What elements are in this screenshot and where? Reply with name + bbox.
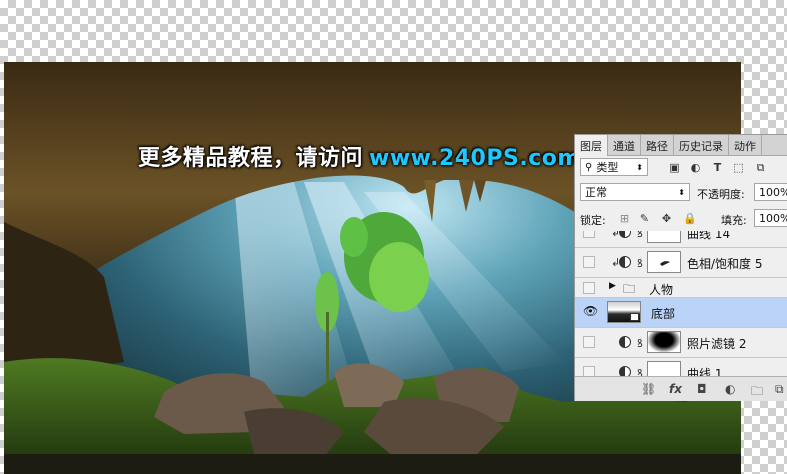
image-filter-icon[interactable]: ▣ <box>669 162 680 173</box>
filter-row: ⚲ 类型 ⬍ ▣ ◐ T ⬚ ⧉ <box>575 156 787 178</box>
visibility-toggle[interactable] <box>583 336 595 348</box>
layer-mask-thumbnail <box>647 331 681 353</box>
adjustment-layer-icon <box>619 231 631 238</box>
visibility-toggle[interactable] <box>583 256 595 268</box>
chain-link-icon: ꝸ <box>637 231 643 240</box>
add-mask-icon[interactable]: ◘ <box>697 382 707 396</box>
layer-mask-thumbnail <box>647 231 681 243</box>
layer-name: 曲线 14 <box>687 231 731 241</box>
tab-layers[interactable]: 图层 <box>575 135 608 156</box>
chevron-updown-icon: ⬍ <box>678 187 685 197</box>
visibility-toggle[interactable] <box>583 282 595 294</box>
new-adjustment-icon[interactable]: ◐ <box>725 382 735 396</box>
layer-name: 底部 <box>651 307 676 321</box>
shape-filter-icon[interactable]: ⬚ <box>733 162 744 173</box>
tab-paths[interactable]: 路径 <box>641 135 674 155</box>
type-filter-icon[interactable]: T <box>712 162 723 173</box>
layer-list: ↲ ꝸ 曲线 14 ↲ ꝸ 色相/饱和度 5 ▶ 🗀 人物 👁 底部 ꝸ 照片滤… <box>575 231 787 377</box>
layers-panel: 图层 通道 路径 历史记录 动作 ⚲ 类型 ⬍ ▣ ◐ T ⬚ ⧉ 正常 ⬍ 不… <box>574 134 787 401</box>
adjustment-layer-icon <box>619 256 631 268</box>
tab-channels[interactable]: 通道 <box>608 135 641 155</box>
layer-group[interactable]: ▶ 🗀 人物 <box>575 277 787 297</box>
watermark-text: 更多精品教程，请访问 <box>138 146 364 171</box>
layer-item[interactable]: ꝸ 曲线 1 <box>575 357 787 377</box>
blend-row: 正常 ⬍ 不透明度: 100% <box>575 181 787 203</box>
fill-value: 100% <box>759 211 787 225</box>
new-group-icon[interactable]: 🗀 <box>751 382 763 401</box>
lock-label: 锁定: <box>580 214 606 227</box>
blend-mode-value: 正常 <box>585 186 607 199</box>
layer-item[interactable]: ↲ ꝸ 曲线 14 <box>575 231 787 247</box>
panel-bottom-toolbar: ⛓ fx ◘ ◐ 🗀 ⧉ <box>575 376 787 401</box>
search-icon: ⚲ <box>585 161 593 173</box>
tab-actions[interactable]: 动作 <box>729 135 762 155</box>
lock-transparent-icon[interactable]: ⊞ <box>619 213 630 224</box>
adjustment-layer-icon <box>619 336 631 348</box>
layer-item[interactable]: ꝸ 照片滤镜 2 <box>575 327 787 357</box>
eye-icon[interactable]: 👁 <box>583 305 598 318</box>
expand-arrow-icon[interactable]: ▶ <box>609 281 616 291</box>
smart-object-thumbnail <box>607 301 641 323</box>
lock-paint-icon[interactable]: ✎ <box>639 213 650 224</box>
panel-tabs: 图层 通道 路径 历史记录 动作 <box>575 135 787 156</box>
opacity-input[interactable]: 100% <box>754 183 787 201</box>
new-layer-icon[interactable]: ⧉ <box>775 382 784 397</box>
mask-shape <box>660 261 670 266</box>
visibility-toggle[interactable] <box>583 231 595 238</box>
watermark-url: www.240PS.com <box>369 146 581 171</box>
fill-label: 填充: <box>721 214 747 227</box>
watermark: 更多精品教程，请访问 www.240PS.com <box>138 140 581 172</box>
layer-name: 色相/饱和度 5 <box>687 257 763 271</box>
opacity-value: 100% <box>759 185 787 199</box>
layer-mask-thumbnail <box>647 361 681 377</box>
layer-name: 照片滤镜 2 <box>687 337 747 351</box>
lock-position-icon[interactable]: ✥ <box>661 213 672 224</box>
lock-all-icon[interactable]: 🔒 <box>683 213 697 224</box>
chain-link-icon: ꝸ <box>637 257 643 270</box>
adjustment-filter-icon[interactable]: ◐ <box>690 162 701 173</box>
opacity-label: 不透明度: <box>697 188 745 201</box>
tab-history[interactable]: 历史记录 <box>674 135 729 155</box>
layer-item-selected[interactable]: 👁 底部 <box>575 297 787 327</box>
link-layers-icon[interactable]: ⛓ <box>641 382 656 396</box>
chevron-updown-icon: ⬍ <box>636 162 643 172</box>
layer-name: 人物 <box>649 283 674 297</box>
smart-object-filter-icon[interactable]: ⧉ <box>755 162 766 173</box>
lock-row: 锁定: ⊞ ✎ ✥ 🔒 填充: 100% <box>575 207 787 229</box>
fx-icon[interactable]: fx <box>669 382 682 396</box>
filter-type-label: 类型 <box>596 161 619 174</box>
chain-link-icon: ꝸ <box>637 337 643 350</box>
fill-input[interactable]: 100% <box>754 209 787 227</box>
smart-object-badge-icon <box>630 313 639 321</box>
layer-item[interactable]: ↲ ꝸ 色相/饱和度 5 <box>575 247 787 277</box>
layer-mask-thumbnail <box>647 251 681 273</box>
blend-mode-select[interactable]: 正常 ⬍ <box>580 183 690 201</box>
filter-type-select[interactable]: ⚲ 类型 ⬍ <box>580 158 648 176</box>
